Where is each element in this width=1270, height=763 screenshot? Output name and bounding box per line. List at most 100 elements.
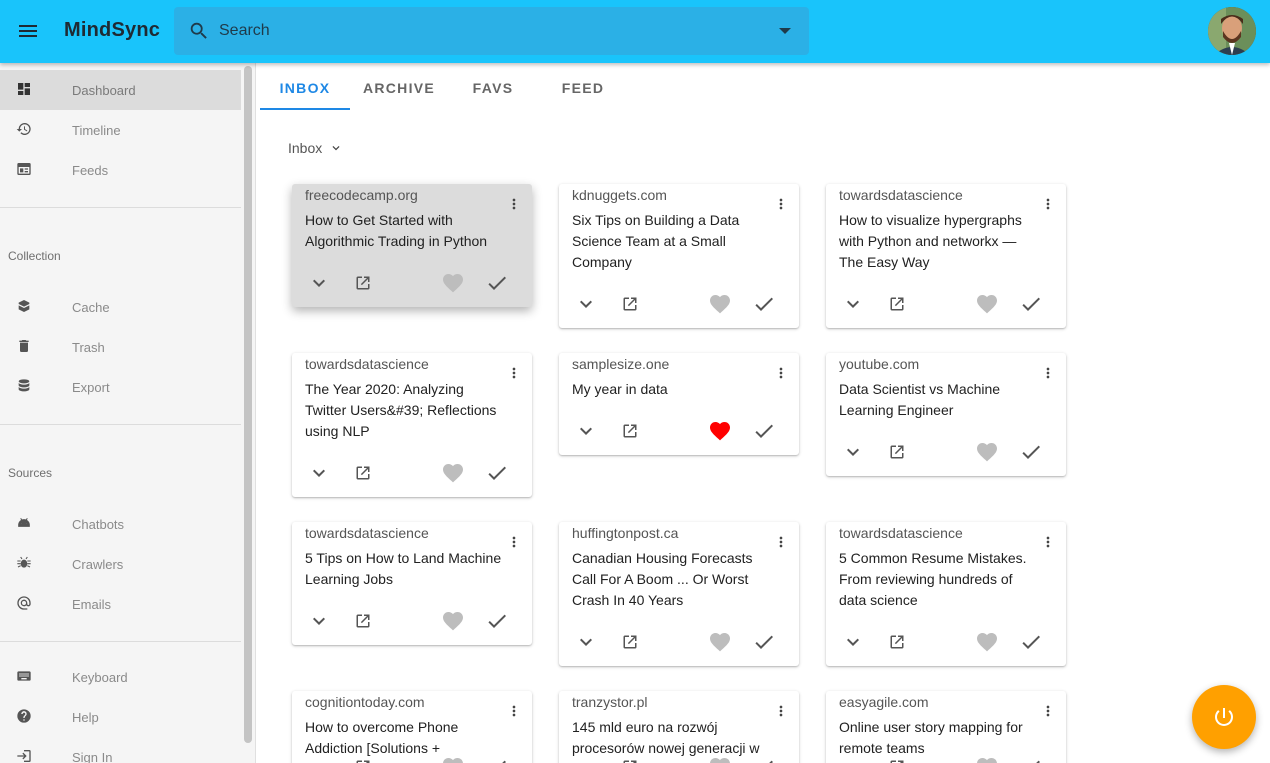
sidebar-item-emails[interactable]: Emails (0, 584, 241, 624)
tab-archive[interactable]: ARCHIVE (350, 80, 448, 100)
card-title[interactable]: Canadian Housing Forecasts Call For A Bo… (572, 548, 772, 611)
card-title[interactable]: 5 Common Resume Mistakes. From reviewing… (839, 548, 1039, 611)
card-title[interactable]: How to Get Started with Algorithmic Trad… (305, 210, 505, 252)
expand-icon[interactable] (574, 630, 598, 654)
favorite-icon[interactable] (708, 755, 732, 763)
sidebar-item-chatbots[interactable]: Chatbots (0, 504, 241, 544)
expand-icon[interactable] (307, 755, 331, 763)
sidebar-scrollbar[interactable] (244, 66, 252, 743)
open-in-new-icon[interactable] (885, 630, 909, 654)
sidebar-item-trash[interactable]: Trash (0, 327, 241, 367)
expand-icon[interactable] (841, 755, 865, 763)
sidebar-item-crawlers[interactable]: Crawlers (0, 544, 241, 584)
avatar[interactable] (1208, 7, 1256, 55)
favorite-icon[interactable] (708, 292, 732, 316)
check-icon[interactable] (752, 630, 776, 654)
sidebar-item-help[interactable]: Help (0, 697, 241, 737)
inbox-filter-dropdown[interactable]: Inbox (288, 139, 343, 157)
check-icon[interactable] (752, 292, 776, 316)
expand-icon[interactable] (574, 419, 598, 443)
expand-icon[interactable] (841, 630, 865, 654)
expand-icon[interactable] (574, 292, 598, 316)
sidebar-item-sign-in[interactable]: Sign In (0, 737, 241, 763)
card[interactable]: cognitiontoday.com How to overcome Phone … (292, 691, 532, 763)
more-vert-icon[interactable] (1040, 534, 1056, 550)
open-in-new-icon[interactable] (351, 609, 375, 633)
favorite-icon[interactable] (708, 419, 732, 443)
more-vert-icon[interactable] (773, 196, 789, 212)
check-icon[interactable] (485, 609, 509, 633)
expand-icon[interactable] (841, 440, 865, 464)
open-in-new-icon[interactable] (618, 755, 642, 763)
tab-favs[interactable]: FAVS (448, 80, 538, 100)
favorite-icon[interactable] (708, 630, 732, 654)
card-title[interactable]: Data Scientist vs Machine Learning Engin… (839, 379, 1039, 421)
card[interactable]: towardsdatascience 5 Common Resume Mistak… (826, 522, 1066, 666)
card-title[interactable]: My year in data (572, 379, 772, 400)
card[interactable]: freecodecamp.org How to Get Started with … (292, 184, 532, 307)
card[interactable]: youtube.com Data Scientist vs Machine Lea… (826, 353, 1066, 476)
expand-icon[interactable] (841, 292, 865, 316)
card[interactable]: huffingtonpost.ca Canadian Housing Foreca… (559, 522, 799, 666)
sidebar-item-cache[interactable]: Cache (0, 287, 241, 327)
expand-icon[interactable] (307, 609, 331, 633)
favorite-icon[interactable] (441, 271, 465, 295)
card[interactable]: easyagile.com Online user story mapping f… (826, 691, 1066, 763)
more-vert-icon[interactable] (1040, 196, 1056, 212)
caret-down-icon[interactable] (779, 28, 791, 34)
favorite-icon[interactable] (441, 755, 465, 763)
tab-feed[interactable]: FEED (538, 80, 628, 100)
card-title[interactable]: The Year 2020: Analyzing Twitter Users&#… (305, 379, 505, 442)
more-vert-icon[interactable] (773, 365, 789, 381)
open-in-new-icon[interactable] (885, 292, 909, 316)
sidebar-item-feeds[interactable]: Feeds (0, 150, 241, 190)
menu-icon[interactable] (16, 19, 40, 43)
open-in-new-icon[interactable] (351, 271, 375, 295)
open-in-new-icon[interactable] (351, 461, 375, 485)
card[interactable]: kdnuggets.com Six Tips on Building a Data… (559, 184, 799, 328)
expand-icon[interactable] (307, 271, 331, 295)
more-vert-icon[interactable] (773, 703, 789, 719)
card[interactable]: towardsdatascience 5 Tips on How to Land … (292, 522, 532, 645)
check-icon[interactable] (752, 755, 776, 763)
check-icon[interactable] (1019, 755, 1043, 763)
sidebar-item-export[interactable]: Export (0, 367, 241, 407)
favorite-icon[interactable] (975, 755, 999, 763)
search-box[interactable]: Search (174, 7, 809, 55)
open-in-new-icon[interactable] (885, 755, 909, 763)
card[interactable]: towardsdatascience The Year 2020: Analyzi… (292, 353, 532, 497)
sidebar-item-keyboard[interactable]: Keyboard (0, 657, 241, 697)
tab-inbox[interactable]: INBOX (260, 80, 350, 100)
check-icon[interactable] (485, 271, 509, 295)
more-vert-icon[interactable] (506, 196, 522, 212)
more-vert-icon[interactable] (773, 534, 789, 550)
check-icon[interactable] (1019, 292, 1043, 316)
open-in-new-icon[interactable] (351, 755, 375, 763)
check-icon[interactable] (1019, 440, 1043, 464)
card-title[interactable]: 5 Tips on How to Land Machine Learning J… (305, 548, 505, 590)
favorite-icon[interactable] (441, 461, 465, 485)
card-title[interactable]: Six Tips on Building a Data Science Team… (572, 210, 772, 273)
check-icon[interactable] (1019, 630, 1043, 654)
check-icon[interactable] (485, 461, 509, 485)
sidebar-item-timeline[interactable]: Timeline (0, 110, 241, 150)
more-vert-icon[interactable] (1040, 703, 1056, 719)
expand-icon[interactable] (574, 755, 598, 763)
check-icon[interactable] (485, 755, 509, 763)
open-in-new-icon[interactable] (618, 419, 642, 443)
favorite-icon[interactable] (441, 609, 465, 633)
more-vert-icon[interactable] (506, 703, 522, 719)
open-in-new-icon[interactable] (618, 292, 642, 316)
favorite-icon[interactable] (975, 440, 999, 464)
favorite-icon[interactable] (975, 292, 999, 316)
card[interactable]: towardsdatascience How to visualize hyper… (826, 184, 1066, 328)
power-fab-button[interactable] (1192, 685, 1256, 749)
check-icon[interactable] (752, 419, 776, 443)
search-input[interactable]: Search (219, 22, 270, 40)
open-in-new-icon[interactable] (885, 440, 909, 464)
more-vert-icon[interactable] (1040, 365, 1056, 381)
card[interactable]: samplesize.one My year in data (559, 353, 799, 455)
open-in-new-icon[interactable] (618, 630, 642, 654)
more-vert-icon[interactable] (506, 365, 522, 381)
card[interactable]: tranzystor.pl 145 mld euro na rozwój proc… (559, 691, 799, 763)
